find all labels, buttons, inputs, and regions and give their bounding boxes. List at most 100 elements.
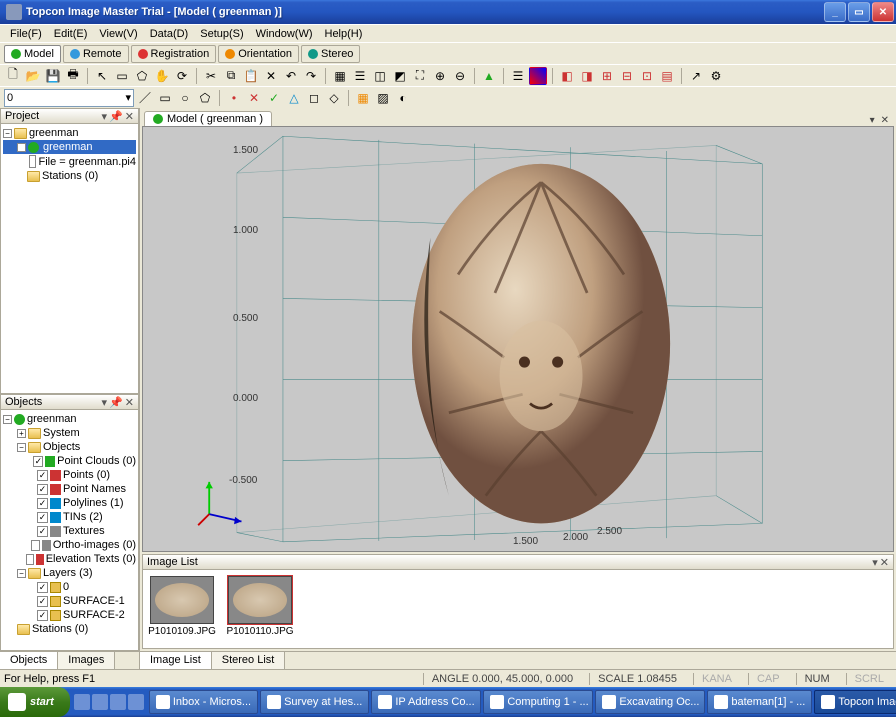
tree-root[interactable]: −greenman: [3, 412, 136, 426]
tb-new-icon[interactable]: 🗋: [4, 67, 22, 85]
tb-view1-icon[interactable]: ◫: [371, 67, 389, 85]
menu-setup[interactable]: Setup(S): [194, 26, 249, 42]
project-tree[interactable]: −greenman −greenman File = greenman.pi4 …: [0, 124, 139, 394]
tree-layer-item[interactable]: ✓0: [3, 580, 136, 594]
document-tab[interactable]: Model ( greenman ): [144, 111, 272, 126]
checkbox[interactable]: ✓: [33, 456, 43, 467]
menu-window[interactable]: Window(W): [250, 26, 319, 42]
maximize-button[interactable]: ▭: [848, 2, 870, 22]
ql-icon[interactable]: [128, 694, 144, 710]
taskbar-item[interactable]: Excavating Oc...: [595, 690, 705, 714]
expand-icon[interactable]: +: [17, 429, 26, 438]
tree-file[interactable]: File = greenman.pi4: [3, 154, 136, 169]
tab-registration[interactable]: Registration: [131, 45, 217, 63]
tb-open-icon[interactable]: 📂: [24, 67, 42, 85]
tb-grid-icon[interactable]: ▦: [331, 67, 349, 85]
panel-close-icon[interactable]: ✕: [125, 110, 134, 123]
objects-tree[interactable]: −greenman +System −Objects ✓Point Clouds…: [0, 410, 139, 651]
taskbar-item[interactable]: Topcon Image...: [814, 690, 896, 714]
tab-image-list[interactable]: Image List: [140, 652, 212, 669]
tb-zoom-in-icon[interactable]: ⊕: [431, 67, 449, 85]
collapse-icon[interactable]: −: [3, 129, 12, 138]
tree-object-item[interactable]: Elevation Texts (0): [3, 552, 136, 566]
tb-color-icon[interactable]: [529, 67, 547, 85]
tree-stations[interactable]: Stations (0): [3, 169, 136, 183]
tb-win5-icon[interactable]: ⊡: [638, 67, 656, 85]
tb-win6-icon[interactable]: ▤: [658, 67, 676, 85]
tb-delete-icon[interactable]: ✕: [262, 67, 280, 85]
pin-icon[interactable]: ▾: [102, 396, 108, 409]
taskbar-item[interactable]: Computing 1 - ...: [483, 690, 593, 714]
tree-layer-item[interactable]: ✓SURFACE-2: [3, 608, 136, 622]
tb-undo-icon[interactable]: ↶: [282, 67, 300, 85]
tb-select-rect-icon[interactable]: ▭: [113, 67, 131, 85]
tb-cross-icon[interactable]: ✕: [245, 89, 263, 107]
tree-object-item[interactable]: ✓TINs (2): [3, 510, 136, 524]
tb-view2-icon[interactable]: ◩: [391, 67, 409, 85]
tb-print-icon[interactable]: 🖶: [64, 67, 82, 85]
menu-edit[interactable]: Edit(E): [48, 26, 94, 42]
menu-data[interactable]: Data(D): [144, 26, 195, 42]
tb-point-icon[interactable]: •: [225, 89, 243, 107]
panel-close-icon[interactable]: ✕: [880, 556, 889, 569]
tb-pan-icon[interactable]: ✋: [153, 67, 171, 85]
tree-system[interactable]: +System: [3, 426, 136, 440]
tb-paste-icon[interactable]: 📋: [242, 67, 260, 85]
ql-icon[interactable]: [110, 694, 126, 710]
tab-stereo[interactable]: Stereo: [301, 45, 360, 63]
doc-close-icon[interactable]: ✕: [878, 115, 892, 126]
tree-layer-item[interactable]: ✓SURFACE-1: [3, 594, 136, 608]
checkbox[interactable]: ✓: [37, 470, 48, 481]
checkbox[interactable]: ✓: [37, 512, 48, 523]
tree-object-item[interactable]: Ortho-images (0): [3, 538, 136, 552]
tb-settings-icon[interactable]: ⚙: [707, 67, 725, 85]
pushpin-icon[interactable]: 📌: [109, 396, 123, 409]
tb-zoom-out-icon[interactable]: ⊖: [451, 67, 469, 85]
tab-stereo-list[interactable]: Stereo List: [212, 652, 286, 669]
checkbox[interactable]: [26, 554, 34, 565]
menu-help[interactable]: Help(H): [319, 26, 369, 42]
tb-check-icon[interactable]: ✓: [265, 89, 283, 107]
tb-win4-icon[interactable]: ⊟: [618, 67, 636, 85]
tb-mesh-icon[interactable]: ▲: [480, 67, 498, 85]
tb-export-icon[interactable]: ↗: [687, 67, 705, 85]
tree-object-item[interactable]: ✓Textures: [3, 524, 136, 538]
pin-icon[interactable]: ▾: [102, 110, 108, 123]
taskbar-item[interactable]: Inbox - Micros...: [149, 690, 258, 714]
tb-line-icon[interactable]: ／: [136, 89, 154, 107]
tb-poly-icon[interactable]: ⬠: [196, 89, 214, 107]
tb-cut-icon[interactable]: ✂: [202, 67, 220, 85]
checkbox[interactable]: ✓: [37, 596, 48, 607]
tree-object-item[interactable]: ✓Point Names: [3, 482, 136, 496]
collapse-icon[interactable]: −: [17, 443, 26, 452]
checkbox[interactable]: ✓: [37, 498, 48, 509]
checkbox[interactable]: ✓: [37, 484, 48, 495]
tree-stations[interactable]: Stations (0): [3, 622, 136, 636]
minimize-button[interactable]: _: [824, 2, 846, 22]
tab-objects[interactable]: Objects: [0, 652, 58, 669]
pin-icon[interactable]: ▾: [872, 556, 878, 569]
tree-objects[interactable]: −Objects: [3, 440, 136, 454]
tb-grid2-icon[interactable]: ▦: [354, 89, 372, 107]
tb-redo-icon[interactable]: ↷: [302, 67, 320, 85]
tab-remote[interactable]: Remote: [63, 45, 129, 63]
tb-rotate-icon[interactable]: ⟳: [173, 67, 191, 85]
tb-tex-icon[interactable]: ▨: [374, 89, 392, 107]
image-strip[interactable]: P1010109.JPG P1010110.JPG: [142, 570, 894, 649]
tree-object-item[interactable]: ✓Polylines (1): [3, 496, 136, 510]
collapse-icon[interactable]: −: [17, 569, 26, 578]
tb-win2-icon[interactable]: ◨: [578, 67, 596, 85]
tree-root[interactable]: −greenman: [3, 126, 136, 140]
tree-object-item[interactable]: ✓Points (0): [3, 468, 136, 482]
checkbox[interactable]: [31, 540, 40, 551]
menu-file[interactable]: File(F): [4, 26, 48, 42]
tb-tri-icon[interactable]: △: [285, 89, 303, 107]
tb-zoom-fit-icon[interactable]: ⛶: [411, 67, 429, 85]
tb-pointer-icon[interactable]: ↖: [93, 67, 111, 85]
tab-model[interactable]: Model: [4, 45, 61, 63]
tb-list-icon[interactable]: ☰: [509, 67, 527, 85]
ql-icon[interactable]: [92, 694, 108, 710]
tb-save-icon[interactable]: 💾: [44, 67, 62, 85]
tb-win3-icon[interactable]: ⊞: [598, 67, 616, 85]
image-thumb[interactable]: P1010109.JPG: [149, 576, 215, 642]
